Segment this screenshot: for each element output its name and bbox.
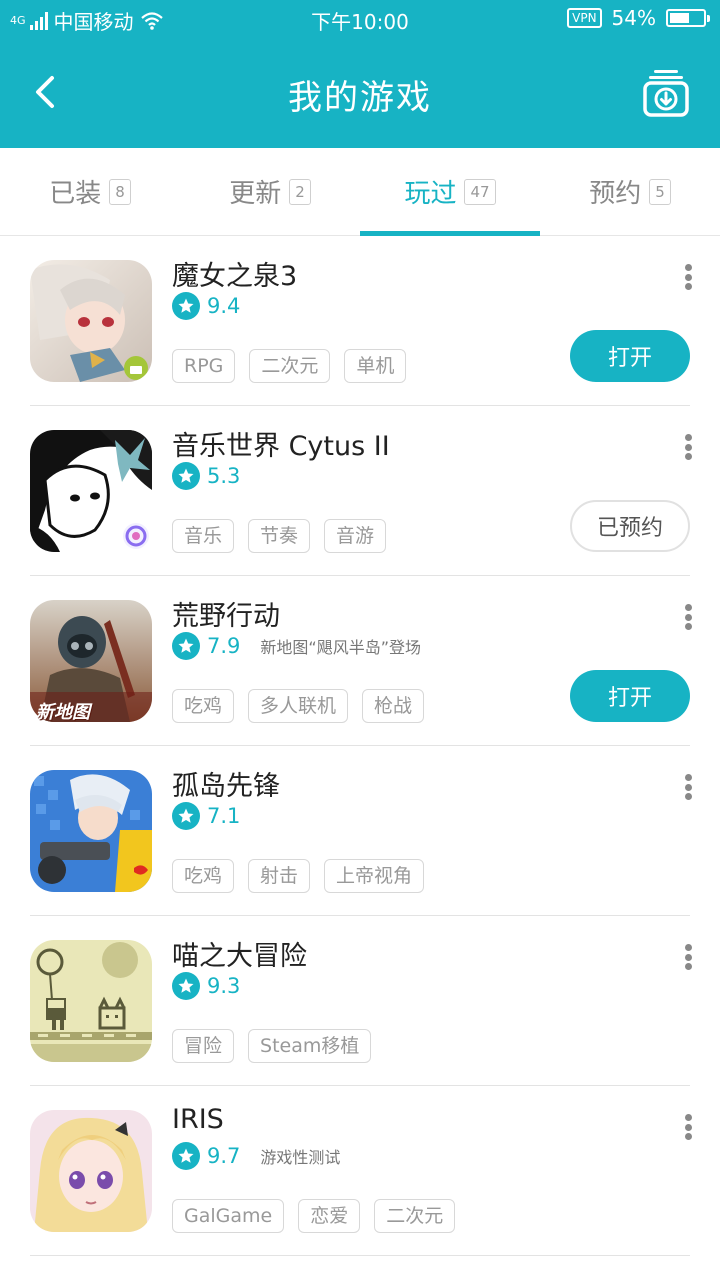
- rating-score: 9.3: [207, 974, 241, 998]
- more-options-icon[interactable]: [684, 264, 692, 290]
- game-rating: 7.9 新地图“飓风半岛”登场: [172, 630, 421, 662]
- reserved-button[interactable]: 已预约: [570, 500, 690, 552]
- game-title: 荒野行动: [172, 601, 280, 632]
- icon-badge-new-map: 新地图: [36, 702, 90, 723]
- game-tag[interactable]: 二次元: [249, 349, 331, 383]
- rating-score: 5.3: [207, 464, 241, 488]
- tag-list: 冒险 Steam移植: [172, 1029, 372, 1063]
- game-list-item[interactable]: 孤岛先锋 7.1 吃鸡 射击 上帝视角: [0, 746, 720, 916]
- game-title: 孤岛先锋: [172, 771, 280, 802]
- game-list-item[interactable]: 魔女之泉3 9.4 RPG 二次元 单机 打开: [0, 236, 720, 406]
- rating-score: 9.4: [207, 294, 241, 318]
- star-icon: [172, 972, 200, 1000]
- navigation-bar: 我的游戏: [0, 40, 720, 148]
- game-list: 魔女之泉3 9.4 RPG 二次元 单机 打开 音乐世界 Cytus II 5.…: [0, 236, 720, 1256]
- game-tag[interactable]: 节奏: [248, 519, 311, 553]
- more-options-icon[interactable]: [684, 944, 692, 970]
- tag-list: RPG 二次元 单机: [172, 349, 407, 383]
- game-rating: 9.4: [172, 290, 240, 322]
- game-note: 新地图“飓风半岛”登场: [260, 638, 421, 657]
- game-rating: 5.3: [172, 460, 240, 492]
- game-list-item[interactable]: 喵之大冒险 9.3 冒险 Steam移植: [0, 916, 720, 1086]
- game-tag[interactable]: 枪战: [362, 689, 425, 723]
- more-options-icon[interactable]: [684, 774, 692, 800]
- tag-list: 吃鸡 多人联机 枪战: [172, 689, 425, 723]
- star-icon: [172, 632, 200, 660]
- game-tag[interactable]: Steam移植: [248, 1029, 372, 1063]
- tab-updates[interactable]: 更新 2: [180, 148, 360, 235]
- more-options-icon[interactable]: [684, 604, 692, 630]
- page-title: 我的游戏: [288, 78, 432, 118]
- tag-list: 吃鸡 射击 上帝视角: [172, 859, 425, 893]
- tab-count: 47: [464, 178, 496, 205]
- tab-count: 8: [109, 178, 131, 205]
- tab-bar: 已装 8 更新 2 玩过 47 预约 5: [0, 148, 720, 236]
- game-icon-witch-spring[interactable]: [30, 260, 152, 382]
- game-rating: 9.3: [172, 970, 240, 1002]
- game-tag[interactable]: 恋爱: [298, 1199, 361, 1233]
- game-tag[interactable]: 吃鸡: [172, 689, 235, 723]
- rating-score: 7.1: [207, 804, 241, 828]
- tag-list: 音乐 节奏 音游: [172, 519, 387, 553]
- game-rating: 9.7 游戏性测试: [172, 1140, 340, 1172]
- star-icon: [172, 462, 200, 490]
- game-tag[interactable]: 上帝视角: [324, 859, 425, 893]
- game-list-item[interactable]: 新地图 荒野行动 7.9 新地图“飓风半岛”登场 吃鸡 多人联机 枪战 打开: [0, 576, 720, 746]
- game-tag[interactable]: 射击: [248, 859, 311, 893]
- open-button[interactable]: 打开: [570, 670, 690, 722]
- app-header: 4G 中国移动 下午10:00 VPN 54% 我的游戏: [0, 0, 720, 148]
- tab-label: 已装: [49, 179, 102, 209]
- rating-score: 9.7: [207, 1144, 241, 1168]
- game-tag[interactable]: RPG: [172, 349, 236, 383]
- tab-count: 5: [649, 178, 671, 205]
- tab-label: 预约: [589, 179, 642, 209]
- game-list-item[interactable]: 音乐世界 Cytus II 5.3 音乐 节奏 音游 已预约: [0, 406, 720, 576]
- download-manager-icon[interactable]: [642, 68, 690, 118]
- game-icon-cat-adventure[interactable]: [30, 940, 152, 1062]
- more-options-icon[interactable]: [684, 434, 692, 460]
- game-tag[interactable]: 音乐: [172, 519, 235, 553]
- game-title: 魔女之泉3: [172, 261, 298, 292]
- more-options-icon[interactable]: [684, 1114, 692, 1140]
- game-title: 喵之大冒险: [172, 941, 307, 972]
- tab-label: 更新: [229, 179, 282, 209]
- star-icon: [172, 1142, 200, 1170]
- tab-count: 2: [289, 178, 311, 205]
- star-icon: [172, 292, 200, 320]
- tab-installed[interactable]: 已装 8: [0, 148, 180, 235]
- tag-list: GalGame 恋爱 二次元: [172, 1199, 456, 1233]
- battery-icon: [666, 9, 710, 27]
- tab-reserved[interactable]: 预约 5: [540, 148, 720, 235]
- rating-score: 7.9: [207, 634, 241, 658]
- game-tag[interactable]: 冒险: [172, 1029, 235, 1063]
- tab-played[interactable]: 玩过 47: [360, 148, 540, 236]
- game-tag[interactable]: 多人联机: [248, 689, 349, 723]
- battery-percent: 54%: [611, 6, 656, 30]
- game-tag[interactable]: GalGame: [172, 1199, 285, 1233]
- game-icon-iris[interactable]: [30, 1110, 152, 1232]
- game-title: IRIS: [172, 1104, 224, 1135]
- vpn-badge: VPN: [567, 8, 602, 28]
- game-tag[interactable]: 音游: [324, 519, 387, 553]
- game-title: 音乐世界 Cytus II: [172, 431, 390, 462]
- status-bar: 4G 中国移动 下午10:00 VPN 54%: [0, 0, 720, 40]
- star-icon: [172, 802, 200, 830]
- open-button[interactable]: 打开: [570, 330, 690, 382]
- game-tag[interactable]: 二次元: [374, 1199, 456, 1233]
- tab-label: 玩过: [404, 179, 457, 209]
- game-tag[interactable]: 单机: [344, 349, 407, 383]
- game-tag[interactable]: 吃鸡: [172, 859, 235, 893]
- game-icon-cytus[interactable]: [30, 430, 152, 552]
- game-list-item[interactable]: IRIS 9.7 游戏性测试 GalGame 恋爱 二次元: [0, 1086, 720, 1256]
- game-rating: 7.1: [172, 800, 240, 832]
- game-icon-island-vanguard[interactable]: [30, 770, 152, 892]
- game-note: 游戏性测试: [260, 1148, 341, 1167]
